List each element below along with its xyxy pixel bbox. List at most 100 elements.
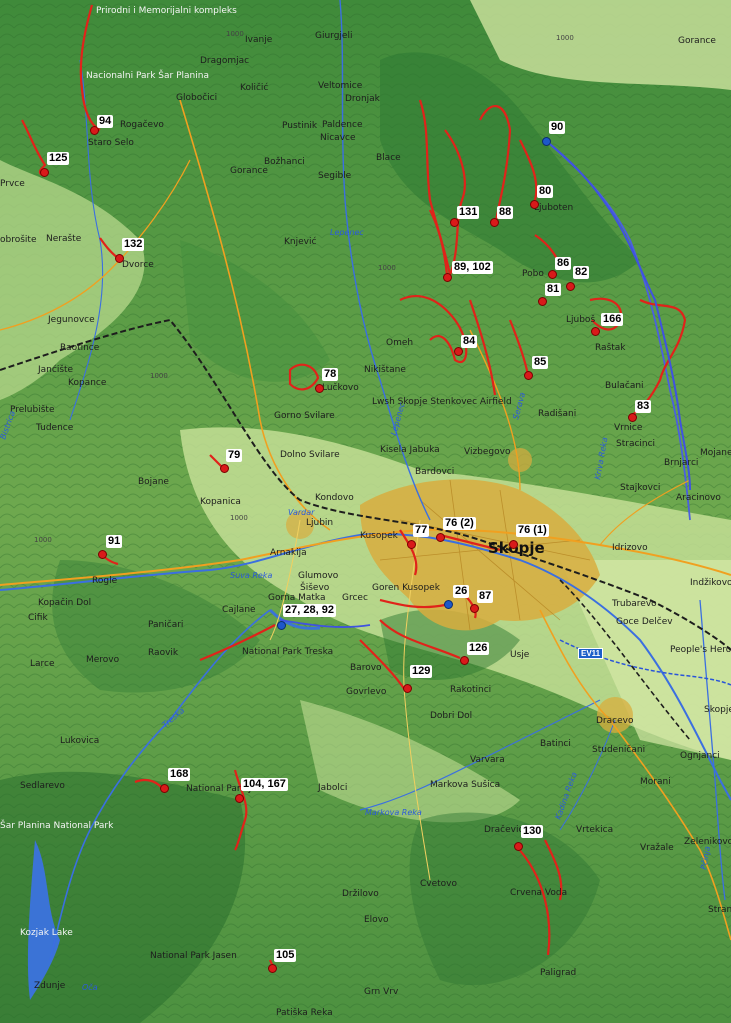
label-rakotinci: Rakotinci [450,685,491,695]
marker-94[interactable]: 94 [97,115,114,128]
marker-27-28-92[interactable]: 27, 28, 92 [283,604,336,617]
label-vrtekica: Vrtekica [576,825,613,835]
pin-131[interactable] [450,218,459,227]
marker-91[interactable]: 91 [106,535,123,548]
marker-129[interactable]: 129 [410,665,433,678]
label-goce-delcev: Goce Delčev [616,616,673,627]
pin-76a[interactable] [509,540,518,549]
marker-125[interactable]: 125 [47,152,70,165]
label-barovo: Barovo [350,663,382,673]
pin-88[interactable] [490,218,499,227]
label-paliqrad: Paligrad [540,968,576,978]
pin-87[interactable] [470,604,479,613]
label-idrizovo: Idrizovo [612,543,648,553]
pin-84[interactable] [454,347,463,356]
marker-166[interactable]: 166 [601,313,624,326]
label-markova-susica: Markova Sušica [430,779,500,790]
label-gorno-svilare: Gorno Svilare [274,411,335,421]
label-blace: Blace [376,153,401,163]
marker-88[interactable]: 88 [497,206,514,219]
pin-76b[interactable] [436,533,445,542]
label-drzilovo: Držilovo [342,889,379,899]
pin-104[interactable] [235,794,244,803]
label-studenicani: Studeničani [592,744,645,755]
pin-82[interactable] [566,282,575,291]
label-bardovci: Bardovci [415,467,454,477]
label-nicavce: Nicavce [320,133,356,143]
contour-1000-d: 1000 [226,30,244,38]
marker-77[interactable]: 77 [413,524,430,537]
pin-126[interactable] [460,656,469,665]
marker-85[interactable]: 85 [532,356,549,369]
pin-83[interactable] [628,413,637,422]
pin-80[interactable] [530,200,539,209]
marker-26[interactable]: 26 [453,585,470,598]
label-usje: Usje [510,650,530,660]
marker-168[interactable]: 168 [168,768,191,781]
pin-79[interactable] [220,464,229,473]
label-varvara: Varvara [470,755,505,765]
label-rogle: Rogle [92,576,118,586]
marker-80[interactable]: 80 [537,185,554,198]
marker-76-2[interactable]: 76 (2) [443,517,476,530]
pin-91[interactable] [98,550,107,559]
marker-83[interactable]: 83 [635,400,652,413]
pin-81[interactable] [538,297,547,306]
label-luckovo: Lučkovo [322,382,359,393]
label-vrazale: Vražale [640,843,674,853]
marker-86[interactable]: 86 [555,257,572,270]
marker-90[interactable]: 90 [549,121,566,134]
topographic-map[interactable]: Skopje Ivanje Giurgjeli Dragomjac Globoč… [0,0,731,1023]
pin-27[interactable] [277,621,286,630]
pin-89[interactable] [443,273,452,282]
pin-132[interactable] [115,254,124,263]
label-lake-kozjak: Kozjak Lake [20,928,73,938]
pin-168[interactable] [160,784,169,793]
label-jegunovce: Jegunovce [47,315,95,325]
label-gorance: Gorance [230,166,268,176]
label-kondovo: Kondovo [315,493,354,503]
marker-87[interactable]: 87 [477,590,494,603]
label-morani: Morani [640,777,671,787]
label-patiska-reka: Patiška Reka [276,1007,333,1018]
label-dragomjac: Dragomjac [200,56,249,66]
marker-89[interactable]: 89, 102 [452,261,493,274]
marker-105[interactable]: 105 [274,949,297,962]
pin-77[interactable] [407,540,416,549]
pin-78[interactable] [315,384,324,393]
pin-86[interactable] [548,270,557,279]
label-aracinovo: Aracinovo [676,493,721,503]
label-rogacevo: Rogačevo [120,119,164,130]
marker-79[interactable]: 79 [226,449,243,462]
label-river-lepenec: Lepenec [330,228,364,237]
marker-130[interactable]: 130 [521,825,544,838]
label-knjevik: Knjević [284,236,316,247]
map-canvas[interactable]: Skopje Ivanje Giurgjeli Dragomjac Globoč… [0,0,731,1023]
marker-82[interactable]: 82 [573,266,590,279]
label-elovo: Elovo [364,915,389,925]
pin-129[interactable] [403,684,412,693]
label-jancishte: Janćište [37,364,74,375]
urban-gazi-baba [508,448,532,472]
pin-85[interactable] [524,371,533,380]
pin-105[interactable] [268,964,277,973]
label-raovik: Raovik [148,648,179,658]
pin-125[interactable] [40,168,49,177]
marker-132[interactable]: 132 [122,238,145,251]
pin-26[interactable] [444,600,453,609]
pin-130[interactable] [514,842,523,851]
marker-84[interactable]: 84 [461,335,478,348]
pin-166[interactable] [591,327,600,336]
label-kolicic: Količić [240,82,268,93]
label-kopanica: Kopanica [200,497,241,507]
label-jabolci: Jabolci [317,783,347,793]
marker-126[interactable]: 126 [467,642,490,655]
marker-76-1[interactable]: 76 (1) [516,524,549,537]
pin-90[interactable] [542,137,551,146]
marker-104-167[interactable]: 104, 167 [241,778,288,791]
marker-78[interactable]: 78 [322,368,339,381]
label-grn-vrv: Grn Vrv [364,987,399,997]
label-nikistane: Nikištane [364,364,406,375]
marker-131[interactable]: 131 [457,206,480,219]
marker-81[interactable]: 81 [545,283,562,296]
